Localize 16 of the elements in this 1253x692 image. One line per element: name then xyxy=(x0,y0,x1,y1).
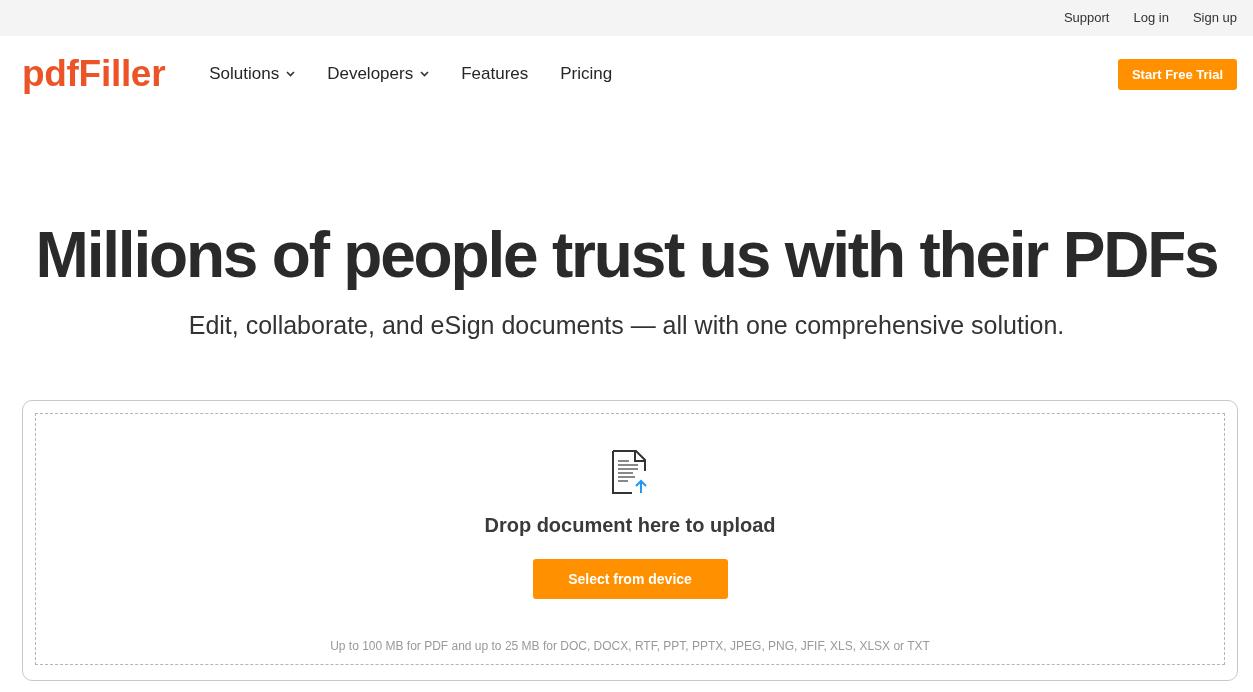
top-link[interactable]: Sign up xyxy=(1192,10,1237,26)
drop-prompt: Drop document here to upload xyxy=(484,513,776,538)
nav-item[interactable]: Developers xyxy=(327,63,430,85)
nav-item[interactable]: Solutions xyxy=(209,63,296,85)
nav-item[interactable]: Pricing xyxy=(560,63,613,85)
top-link[interactable]: Support xyxy=(1063,10,1110,26)
chevron-down-icon xyxy=(420,71,430,77)
nav-item[interactable]: Features xyxy=(461,63,529,85)
hero-headline: Millions of people trust us with their PDFs xyxy=(34,220,1219,290)
logo[interactable]: pdfFiller xyxy=(22,54,166,94)
document-upload-icon xyxy=(612,450,648,494)
hero-subtitle: Edit, collaborate, and eSign documents — all with one comprehensive solution. xyxy=(187,310,1066,340)
top-link[interactable]: Log in xyxy=(1133,10,1169,26)
file-limits-note: Up to 100 MB for PDF and up to 25 MB for DOC, DOCX, RTF, PPT, PPTX, JPEG, PNG, JFIF, XLS, XLSX or TXT xyxy=(330,638,930,654)
drop-zone[interactable]: Drop document here to upload Select from device Up to 100 MB for PDF and up to 25 MB for DOC, DOCX, RTF, PPT, PPTX, JPEG, PNG, JFIF, XLS, XLSX or TXT xyxy=(35,413,1225,665)
chevron-down-icon xyxy=(286,71,296,77)
